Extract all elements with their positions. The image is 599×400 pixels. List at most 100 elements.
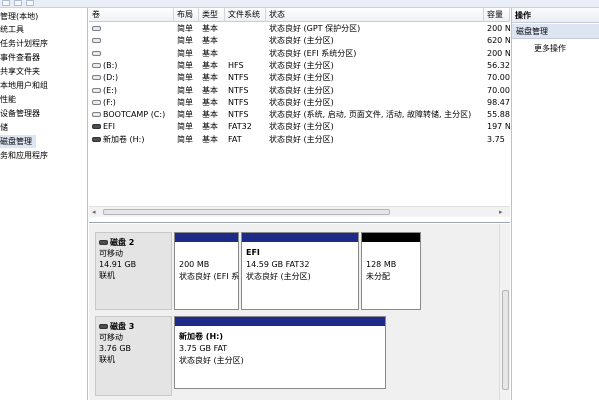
table-row[interactable]: (F:) 简单 基本 NTFS 状态良好 (主分区) 98.47 bbox=[89, 97, 510, 108]
table-row[interactable]: BOOTCAMP (C:) 简单 基本 NTFS 状态良好 (系统, 启动, 页面文件,… bbox=[89, 109, 510, 120]
disk-3-header[interactable]: 磁盘 3 可移动 3.76 GB 联机 bbox=[95, 316, 172, 396]
table-row[interactable]: 简单 基本 状态良好 (主分区) 620 N bbox=[89, 35, 510, 46]
table-cell-layout: 简单 bbox=[177, 97, 193, 107]
column-header-type[interactable]: 类型 bbox=[199, 8, 225, 22]
table-cell-layout: 简单 bbox=[177, 134, 193, 144]
actions-section-disk-management[interactable]: 磁盘管理 bbox=[512, 24, 599, 39]
scroll-left-icon[interactable]: ◂ bbox=[92, 208, 96, 216]
table-cell-status: 状态良好 (主分区) bbox=[269, 60, 334, 70]
table-cell-fs: NTFS bbox=[228, 85, 249, 95]
table-cell-type: 基本 bbox=[202, 134, 218, 144]
horizontal-scrollbar[interactable]: ◂ ▸ bbox=[89, 206, 510, 217]
table-row[interactable]: 简单 基本 状态良好 (EFI 系统分区) 200 N bbox=[89, 48, 510, 59]
table-cell-fs: NTFS bbox=[228, 73, 249, 83]
table-row[interactable]: 简单 基本 状态良好 (GPT 保护分区) 200 N bbox=[89, 23, 510, 34]
tree-item-computer-management[interactable]: 管理(本地) bbox=[0, 10, 38, 23]
table-row[interactable]: (E:) 简单 基本 NTFS 状态良好 (主分区) 70.00 bbox=[89, 85, 510, 96]
scroll-right-icon[interactable]: ▸ bbox=[499, 208, 503, 216]
tree-item-performance[interactable]: 性能 bbox=[0, 93, 16, 106]
scrollbar-thumb[interactable] bbox=[502, 290, 509, 390]
disk-graphical-view: 磁盘 2 可移动 14.91 GB 联机 200 MB 状态良好 (EFI 系 … bbox=[89, 224, 499, 400]
volume-icon bbox=[92, 26, 101, 31]
disk-3-name: 磁盘 3 bbox=[99, 321, 168, 332]
console-tree: 管理(本地) 统工具 任务计划程序 事件查看器 共享文件夹 本地用户和组 性能 … bbox=[0, 8, 88, 400]
table-cell-type: 基本 bbox=[202, 73, 218, 83]
column-header-volume[interactable]: 卷 bbox=[89, 8, 174, 22]
disk-3-kind: 可移动 bbox=[99, 333, 123, 342]
volume-name: (D:) bbox=[103, 73, 119, 83]
table-cell-status: 状态良好 (主分区) bbox=[269, 134, 334, 144]
table-cell-fs bbox=[228, 48, 266, 59]
table-cell-status: 状态良好 (主分区) bbox=[269, 122, 334, 132]
table-cell-status: 状态良好 (主分区) bbox=[269, 97, 334, 107]
partition-status: 状态良好 (主分区) bbox=[179, 356, 244, 365]
table-cell-fs bbox=[228, 23, 266, 34]
removable-disk-icon bbox=[99, 324, 108, 329]
tree-item-device-manager[interactable]: 设备管理器 bbox=[0, 107, 40, 120]
table-cell-layout: 简单 bbox=[177, 85, 193, 95]
partition-disk2-efi-system[interactable]: 200 MB 状态良好 (EFI 系 bbox=[174, 232, 239, 310]
table-cell-layout: 简单 bbox=[177, 122, 193, 132]
table-row[interactable]: (B:) 简单 基本 HFS 状态良好 (主分区) 56.32 bbox=[89, 60, 510, 71]
tree-item-disk-management[interactable]: 磁盘管理 bbox=[0, 135, 36, 148]
table-cell-type: 基本 bbox=[202, 24, 218, 33]
partition-size: 200 MB bbox=[179, 260, 210, 269]
more-actions-link[interactable]: 更多操作 bbox=[534, 43, 566, 55]
table-cell-type: 基本 bbox=[202, 85, 218, 95]
table-row[interactable]: 新加卷 (H:) 简单 基本 FAT 状态良好 (主分区) 3.75 bbox=[89, 134, 510, 145]
volume-icon bbox=[92, 87, 101, 93]
table-cell-cap: 70.00 bbox=[487, 85, 510, 95]
volume-name: 新加卷 (H:) bbox=[103, 134, 145, 144]
tree-item-task-scheduler[interactable]: 任务计划程序 bbox=[0, 37, 48, 50]
table-row[interactable]: EFI 简单 基本 FAT32 状态良好 (主分区) 197 N bbox=[89, 121, 510, 132]
disk-2-state: 联机 bbox=[99, 271, 115, 280]
table-cell-vol: EFI bbox=[92, 121, 174, 132]
column-header-layout[interactable]: 布局 bbox=[174, 8, 199, 22]
tree-item-storage[interactable]: 储 bbox=[0, 121, 8, 134]
partition-title bbox=[179, 247, 239, 259]
table-cell-cap: 70.00 bbox=[487, 73, 510, 83]
tree-item-services-apps[interactable]: 务和应用程序 bbox=[0, 149, 48, 162]
volume-name: (E:) bbox=[103, 85, 117, 95]
toolbar-button[interactable] bbox=[2, 0, 10, 6]
tree-item-shared-folders[interactable]: 共享文件夹 bbox=[0, 65, 40, 78]
disk-management-pane: 卷 布局 类型 文件系统 状态 容量 简单 基本 状态良好 (GPT 保护分区) 20… bbox=[89, 8, 510, 400]
table-cell-cap: 3.75 bbox=[487, 134, 505, 144]
volume-name: BOOTCAMP (C:) bbox=[103, 110, 166, 120]
actions-header: 操作 bbox=[512, 8, 599, 23]
partition-size: 3.75 GB FAT bbox=[179, 344, 228, 353]
table-cell-type: 基本 bbox=[202, 60, 218, 70]
volume-icon bbox=[92, 112, 101, 118]
table-row[interactable]: (D:) 简单 基本 NTFS 状态良好 (主分区) 70.00 bbox=[89, 72, 510, 83]
column-header-status[interactable]: 状态 bbox=[266, 8, 484, 22]
column-header-capacity[interactable]: 容量 bbox=[484, 8, 510, 22]
partition-disk2-unallocated[interactable]: 128 MB 未分配 bbox=[361, 232, 421, 310]
tree-item-system-tools[interactable]: 统工具 bbox=[0, 23, 24, 36]
tree-item-local-users-groups[interactable]: 本地用户和组 bbox=[0, 79, 48, 92]
partition-disk2-efi[interactable]: EFI 14.59 GB FAT32 状态良好 (主分区) bbox=[241, 232, 359, 310]
volume-icon bbox=[92, 62, 101, 68]
table-cell-vol bbox=[92, 23, 174, 34]
table-cell-status: 状态良好 (系统, 启动, 页面文件, 活动, 故障转储, 主分区) bbox=[269, 110, 472, 120]
disk-3-state: 联机 bbox=[99, 355, 115, 364]
table-cell-fs: FAT bbox=[228, 134, 242, 144]
volume-list: 卷 布局 类型 文件系统 状态 容量 简单 基本 状态良好 (GPT 保护分区) 20… bbox=[89, 8, 510, 223]
table-cell-vol: (D:) bbox=[92, 72, 174, 83]
scrollbar-thumb[interactable] bbox=[103, 209, 390, 215]
table-cell-layout: 简单 bbox=[177, 48, 193, 58]
partition-disk3-new-volume[interactable]: 新加卷 (H:) 3.75 GB FAT 状态良好 (主分区) bbox=[174, 316, 386, 389]
table-cell-cap: 200 N bbox=[487, 24, 510, 33]
table-cell-fs: FAT32 bbox=[228, 122, 252, 132]
partition-size: 14.59 GB FAT32 bbox=[246, 260, 310, 269]
table-cell-layout: 简单 bbox=[177, 73, 193, 83]
removable-disk-icon bbox=[99, 240, 108, 245]
toolbar-button[interactable] bbox=[14, 0, 22, 6]
volume-icon bbox=[92, 38, 101, 44]
table-cell-fs: HFS bbox=[228, 60, 244, 70]
table-cell-fs: NTFS bbox=[228, 110, 249, 120]
column-header-filesystem[interactable]: 文件系统 bbox=[225, 8, 266, 22]
tree-item-event-viewer[interactable]: 事件查看器 bbox=[0, 51, 40, 64]
disk-2-header[interactable]: 磁盘 2 可移动 14.91 GB 联机 bbox=[95, 232, 172, 310]
vertical-scrollbar[interactable] bbox=[499, 224, 510, 400]
toolbar-button[interactable] bbox=[26, 0, 34, 6]
